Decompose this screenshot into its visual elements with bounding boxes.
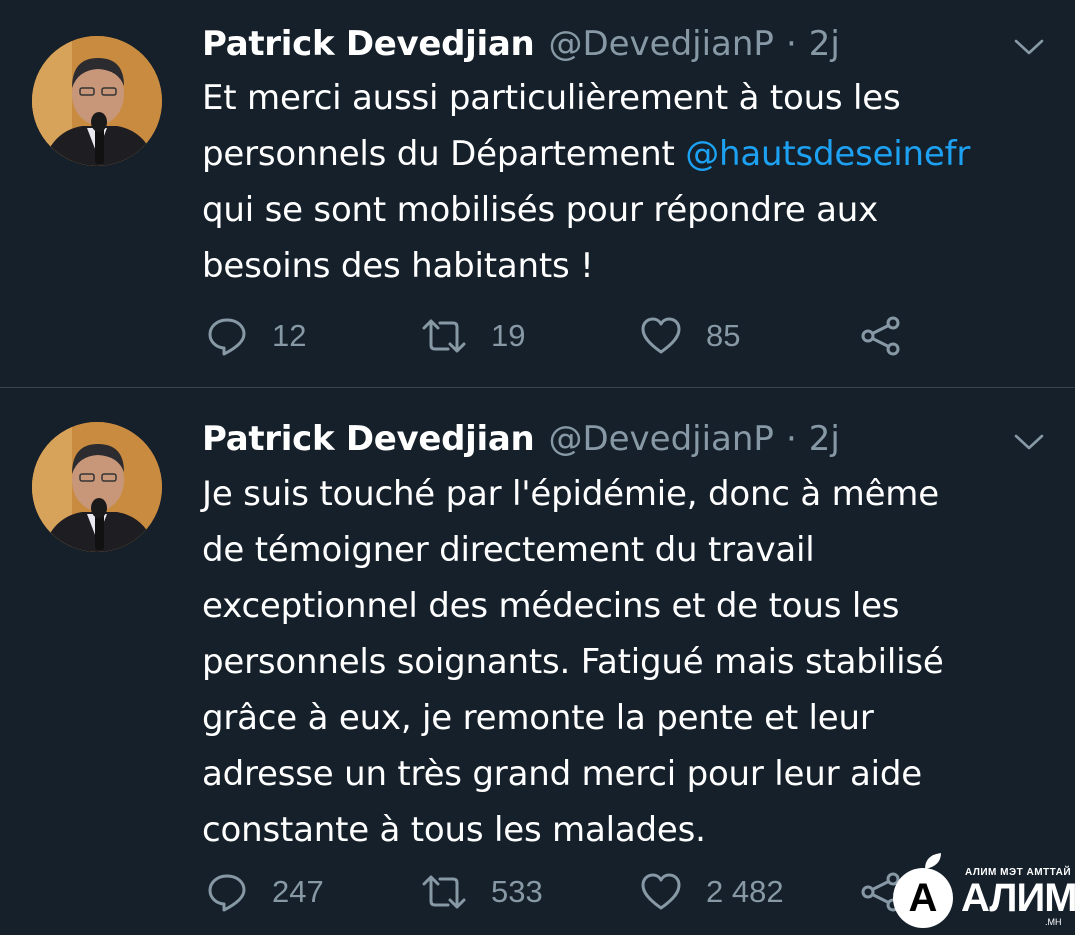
tweet-text: Et merci aussi particulièrement à tous l… xyxy=(202,70,1052,294)
mention-link[interactable]: @hautsdeseinefr xyxy=(685,134,970,174)
reply-icon xyxy=(208,874,246,912)
tweet-text-line: Je suis touché par l'épidémie, donc à mê… xyxy=(202,474,939,514)
avatar-photo xyxy=(32,36,162,166)
separator-dot: · xyxy=(785,24,797,64)
tweet-actions: 12 19 85 xyxy=(0,311,1075,361)
tweet-text-line: adresse un très grand merci pour leur ai… xyxy=(202,754,922,794)
reply-button[interactable]: 12 xyxy=(206,311,306,361)
share-button[interactable] xyxy=(860,311,902,361)
watermark-logo: A АЛИМ МЭТ АМТТАЙ АЛИМ .МН xyxy=(893,852,1075,930)
tweet-text-line: exceptionnel des médecins et de tous les xyxy=(202,586,900,626)
tweet[interactable]: Patrick Devedjian @DevedjianP · 2j Et me… xyxy=(0,0,1075,388)
retweet-icon xyxy=(422,319,466,353)
tweet-text-line: personnels du Département @hautsdeseinef… xyxy=(202,126,1052,182)
tweet-timestamp[interactable]: 2j xyxy=(809,417,840,461)
tweet-text-line: Et merci aussi particulièrement à tous l… xyxy=(202,78,901,118)
avatar[interactable] xyxy=(32,36,162,166)
watermark-domain: .МН xyxy=(1045,917,1062,927)
reply-icon xyxy=(208,318,246,356)
watermark-letter: A xyxy=(908,876,938,920)
avatar[interactable] xyxy=(32,422,162,552)
tweet-text-line: qui se sont mobilisés pour répondre aux xyxy=(202,190,879,230)
tweet-timestamp[interactable]: 2j xyxy=(809,22,840,66)
like-count: 2 482 xyxy=(706,874,784,909)
retweet-icon xyxy=(422,875,466,909)
tweet-text-line: constante à tous les malades. xyxy=(202,810,706,850)
chevron-down-icon[interactable] xyxy=(1013,36,1045,58)
like-count: 85 xyxy=(706,318,741,353)
tweet-text-line: grâce à eux, je remonte la pente et leur xyxy=(202,698,874,738)
avatar-photo xyxy=(32,422,162,552)
author-name[interactable]: Patrick Devedjian xyxy=(202,22,535,66)
tweet-text-segment: personnels du Département xyxy=(202,134,686,174)
retweet-count: 19 xyxy=(491,318,526,353)
retweet-count: 533 xyxy=(491,874,543,909)
separator-dot: · xyxy=(785,419,797,459)
reply-button[interactable]: 247 xyxy=(206,867,324,917)
retweet-button[interactable]: 533 xyxy=(421,867,543,917)
retweet-button[interactable]: 19 xyxy=(421,311,525,361)
reply-count: 12 xyxy=(272,318,307,353)
like-button[interactable]: 85 xyxy=(640,311,740,361)
tweet-text: Je suis touché par l'épidémie, donc à mê… xyxy=(202,466,1052,858)
tweet-text-line: besoins des habitants ! xyxy=(202,246,594,286)
share-icon xyxy=(861,316,900,356)
tweet-header: Patrick Devedjian @DevedjianP · 2j xyxy=(202,22,840,66)
tweet-text-line: personnels soignants. Fatigué mais stabi… xyxy=(202,642,944,682)
author-name[interactable]: Patrick Devedjian xyxy=(202,417,535,461)
tweet-header: Patrick Devedjian @DevedjianP · 2j xyxy=(202,417,840,461)
tweet-text-line: de témoigner directement du travail xyxy=(202,530,815,570)
reply-count: 247 xyxy=(272,874,324,909)
tweet-feed: Patrick Devedjian @DevedjianP · 2j Et me… xyxy=(0,0,1075,935)
like-icon xyxy=(641,317,681,354)
like-button[interactable]: 2 482 xyxy=(640,867,784,917)
author-handle[interactable]: @DevedjianP xyxy=(548,22,774,66)
watermark-name: АЛИМ xyxy=(961,876,1075,920)
chevron-down-icon[interactable] xyxy=(1013,431,1045,453)
like-icon xyxy=(641,873,681,910)
author-handle[interactable]: @DevedjianP xyxy=(548,417,774,461)
